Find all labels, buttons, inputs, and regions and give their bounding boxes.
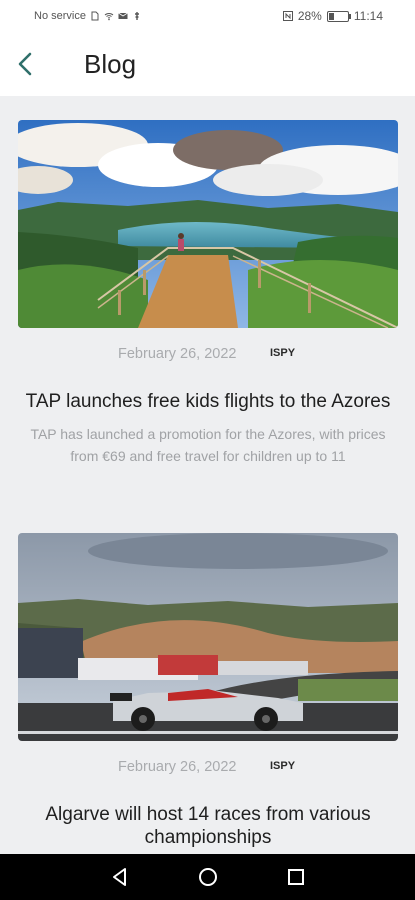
nfc-icon <box>282 11 293 21</box>
post-title[interactable]: TAP launches free kids flights to the Az… <box>18 390 398 413</box>
post-date: February 26, 2022 <box>118 346 237 362</box>
post-author: ISPY <box>270 347 296 359</box>
post-meta: February 26, 2022 ISPY <box>18 344 398 366</box>
post-author: ISPY <box>270 760 296 772</box>
nav-home-button[interactable] <box>196 865 220 889</box>
carrier-text: No service <box>34 10 86 22</box>
status-bar: No service 28% 11:14 <box>0 0 415 32</box>
system-navigation-bar <box>0 854 415 900</box>
post-excerpt: TAP has launched a promotion for the Azo… <box>30 426 386 464</box>
wifi-icon <box>104 13 114 21</box>
post-date: February 26, 2022 <box>118 759 237 775</box>
blog-post-card[interactable]: February 26, 2022 ISPY Algarve will host… <box>18 533 398 849</box>
back-arrow-icon <box>18 52 32 76</box>
usb-icon <box>134 12 139 20</box>
triangle-back-icon <box>113 868 126 886</box>
battery-percent: 28% <box>297 9 322 23</box>
status-left: No service <box>34 10 142 22</box>
page-title: Blog <box>84 49 137 79</box>
clock: 11:14 <box>353 9 383 23</box>
status-right: 28% 11:14 <box>282 9 383 23</box>
blog-post-card[interactable]: February 26, 2022 ISPY TAP launches free… <box>18 120 398 467</box>
nav-recents-button[interactable] <box>284 865 308 889</box>
back-button[interactable] <box>12 46 42 82</box>
nav-back-button[interactable] <box>108 865 132 889</box>
circle-home-icon <box>199 868 217 886</box>
square-recents-icon <box>288 869 304 885</box>
blog-feed[interactable]: February 26, 2022 ISPY TAP launches free… <box>0 96 415 854</box>
battery-icon <box>326 10 351 22</box>
post-meta: February 26, 2022 ISPY <box>18 757 398 779</box>
app-bar: Blog <box>0 32 415 96</box>
azores-lake-viewpoint-photo[interactable] <box>18 120 398 328</box>
sim-icon <box>91 11 99 21</box>
race-car-circuit-photo[interactable] <box>18 533 398 741</box>
mail-icon <box>118 12 128 19</box>
post-title[interactable]: Algarve will host 14 races from various … <box>18 803 398 849</box>
